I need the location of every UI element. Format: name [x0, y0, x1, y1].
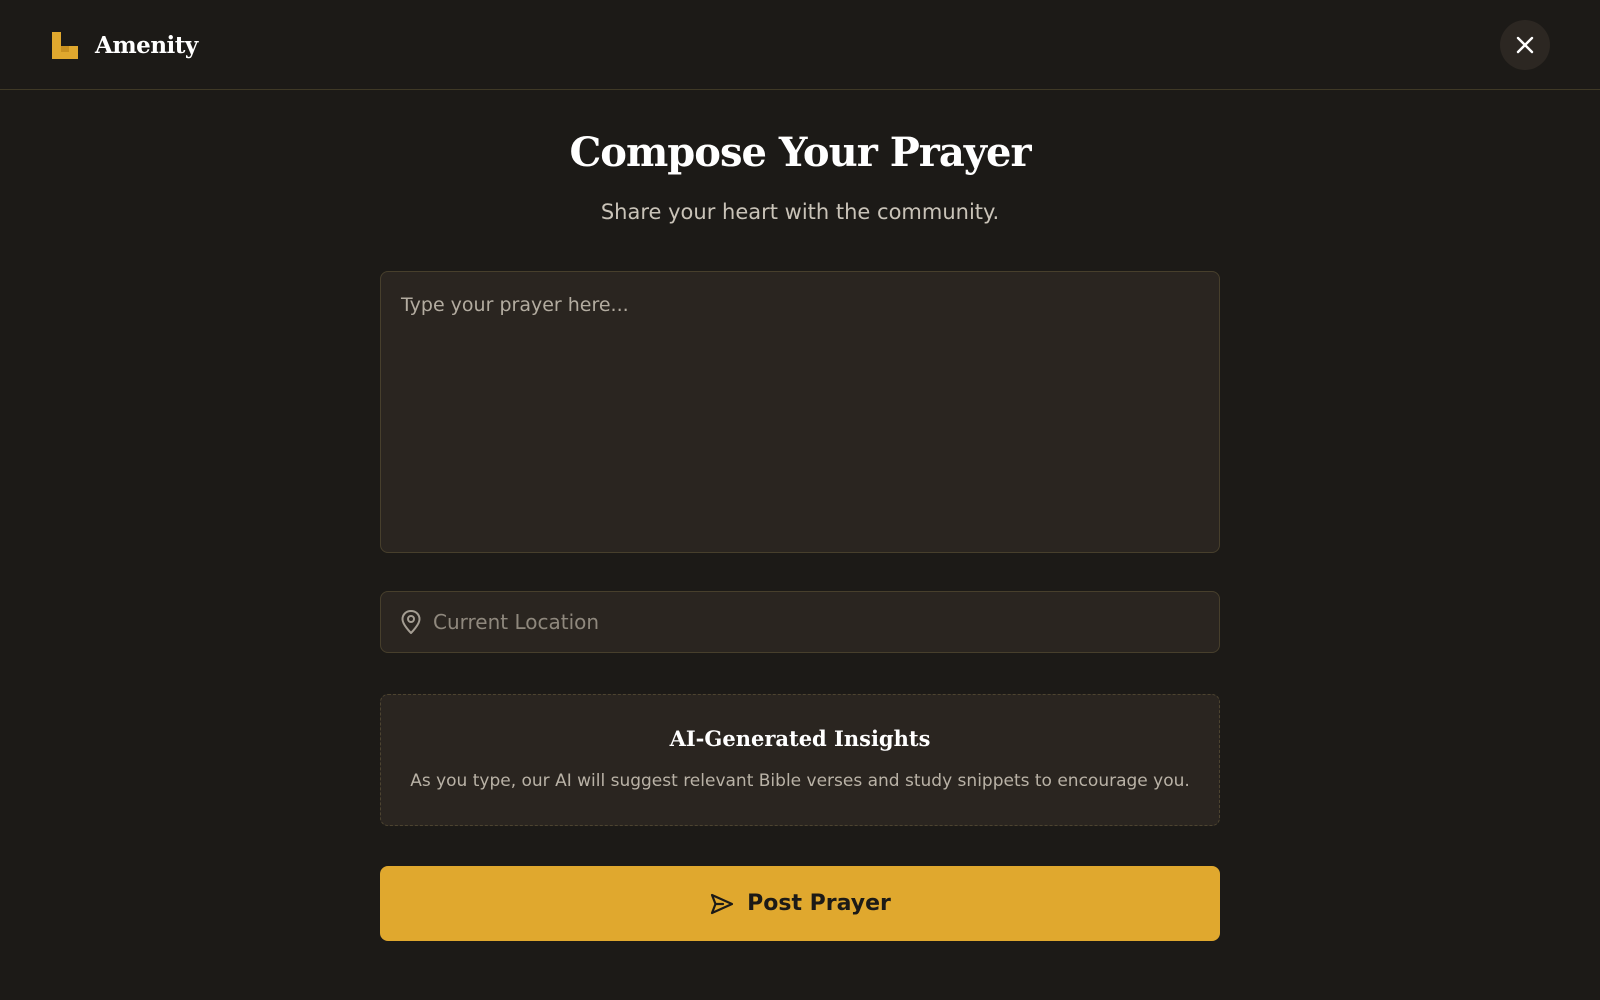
ai-insights-panel: AI-Generated Insights As you type, our A… [380, 694, 1220, 826]
insights-description: As you type, our AI will suggest relevan… [410, 771, 1190, 791]
map-pin-icon [401, 610, 421, 634]
top-bar: Amenity [0, 0, 1600, 90]
page-title: Compose Your Prayer [569, 129, 1031, 176]
location-field[interactable] [380, 591, 1220, 653]
page-subtitle: Share your heart with the community. [600, 200, 1000, 224]
compose-panel: Compose Your Prayer Share your heart wit… [380, 90, 1220, 941]
location-input[interactable] [431, 609, 1195, 635]
insights-title: AI-Generated Insights [669, 726, 931, 751]
close-button[interactable] [1500, 20, 1550, 70]
logo-icon [52, 31, 78, 59]
brand[interactable]: Amenity [52, 28, 198, 62]
prayer-textarea[interactable] [380, 271, 1220, 553]
post-prayer-label: Post Prayer [747, 891, 891, 916]
app-name: Amenity [95, 31, 198, 59]
post-prayer-button[interactable]: Post Prayer [380, 866, 1220, 941]
close-icon [1516, 36, 1534, 54]
send-icon [711, 893, 734, 914]
